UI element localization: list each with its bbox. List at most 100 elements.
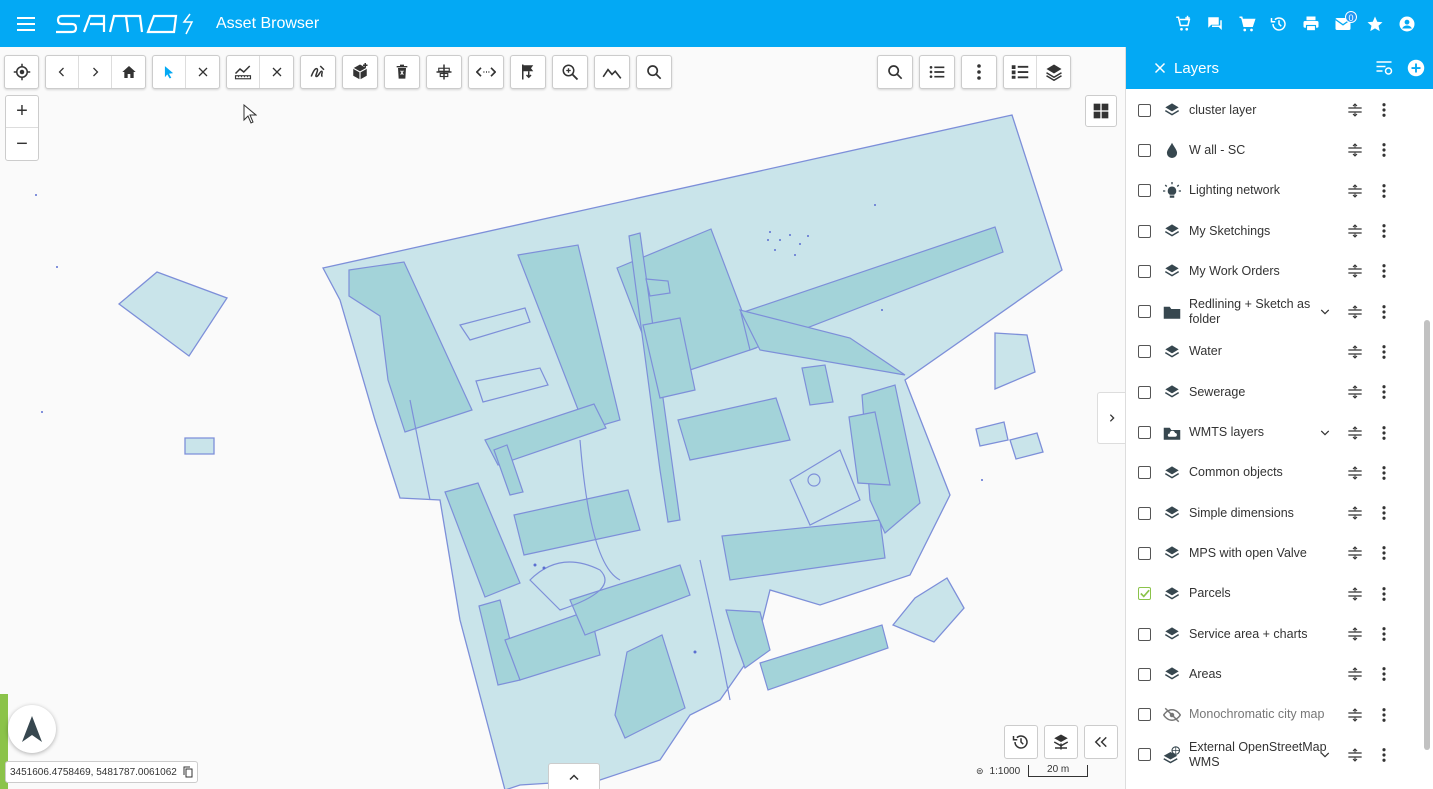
- zoom-out-button[interactable]: −: [6, 128, 38, 160]
- delete-icon[interactable]: [385, 56, 419, 88]
- zoom-in-button[interactable]: +: [6, 96, 38, 128]
- layer-checkbox[interactable]: [1138, 224, 1151, 238]
- opacity-handle-icon[interactable]: [1347, 546, 1363, 561]
- restore-history-icon[interactable]: [1004, 725, 1038, 759]
- expand-bottom-icon[interactable]: [548, 763, 600, 789]
- mail-icon[interactable]: 0: [1327, 8, 1359, 40]
- opacity-handle-icon[interactable]: [1347, 224, 1363, 238]
- layer-row[interactable]: Parcels: [1126, 574, 1422, 614]
- more-vert-icon[interactable]: [1382, 748, 1386, 762]
- more-vert-icon[interactable]: [1382, 183, 1386, 198]
- more-vert-icon[interactable]: [1382, 707, 1386, 722]
- more-vert-icon[interactable]: [962, 56, 996, 88]
- layer-row[interactable]: cluster layer: [1126, 90, 1422, 130]
- copy-icon[interactable]: [183, 766, 193, 778]
- zoom-to-icon[interactable]: [553, 56, 587, 88]
- select-pointer-icon[interactable]: [153, 56, 186, 88]
- profile-icon[interactable]: [595, 56, 629, 88]
- layer-checkbox[interactable]: [1138, 103, 1151, 117]
- opacity-handle-icon[interactable]: [1347, 183, 1363, 198]
- north-arrow-icon[interactable]: [8, 705, 56, 753]
- layer-filter-icon[interactable]: [1375, 60, 1393, 76]
- scrollbar[interactable]: [1424, 90, 1430, 789]
- more-vert-icon[interactable]: [1382, 103, 1386, 117]
- layer-checkbox[interactable]: [1138, 708, 1151, 722]
- layer-checkbox[interactable]: [1138, 506, 1151, 520]
- layer-row[interactable]: Areas: [1126, 654, 1422, 694]
- opacity-handle-icon[interactable]: [1347, 345, 1363, 359]
- more-vert-icon[interactable]: [1382, 304, 1386, 319]
- history-icon[interactable]: [1263, 8, 1295, 40]
- sketch-icon[interactable]: [301, 56, 335, 88]
- layer-checkbox[interactable]: [1138, 546, 1151, 560]
- more-vert-icon[interactable]: [1382, 506, 1386, 520]
- layer-row[interactable]: My Sketchings: [1126, 211, 1422, 251]
- layer-checkbox[interactable]: [1138, 466, 1151, 480]
- layer-checkbox[interactable]: [1138, 587, 1151, 601]
- map-canvas[interactable]: + − 3451606.4758469, 5481787.0061062 ⊜ 1…: [0, 47, 1125, 789]
- cart-icon[interactable]: [1231, 8, 1263, 40]
- star-icon[interactable]: [1359, 8, 1391, 40]
- expand-panel-icon[interactable]: [1097, 392, 1125, 444]
- layer-checkbox[interactable]: [1138, 385, 1151, 399]
- layer-checkbox[interactable]: [1138, 627, 1151, 641]
- more-vert-icon[interactable]: [1382, 385, 1386, 400]
- forward-icon[interactable]: [79, 56, 112, 88]
- opacity-handle-icon[interactable]: [1347, 103, 1363, 117]
- list-icon[interactable]: [920, 56, 954, 88]
- layer-row[interactable]: MPS with open Valve: [1126, 533, 1422, 573]
- more-vert-icon[interactable]: [1382, 425, 1386, 440]
- opacity-handle-icon[interactable]: [1347, 466, 1363, 480]
- more-vert-icon[interactable]: [1382, 465, 1386, 480]
- chevron-down-icon[interactable]: [1320, 746, 1330, 764]
- account-icon[interactable]: [1391, 8, 1423, 40]
- layer-checkbox[interactable]: [1138, 667, 1151, 681]
- chevron-down-icon[interactable]: [1320, 424, 1330, 442]
- opacity-handle-icon[interactable]: [1347, 707, 1363, 722]
- layer-checkbox[interactable]: [1138, 184, 1151, 198]
- measure-icon[interactable]: [227, 56, 260, 88]
- layer-row[interactable]: Service area + charts: [1126, 614, 1422, 654]
- back-icon[interactable]: [46, 56, 79, 88]
- opacity-handle-icon[interactable]: [1347, 143, 1363, 158]
- opacity-handle-icon[interactable]: [1347, 304, 1363, 319]
- split-icon[interactable]: [427, 56, 461, 88]
- menu-icon[interactable]: [0, 0, 52, 47]
- layer-checkbox[interactable]: [1138, 426, 1151, 440]
- opacity-handle-icon[interactable]: [1347, 264, 1363, 279]
- layer-checkbox[interactable]: [1138, 345, 1151, 359]
- layer-row[interactable]: WMTS layers: [1126, 412, 1422, 452]
- opacity-handle-icon[interactable]: [1347, 506, 1363, 520]
- clear-selection-icon[interactable]: [186, 56, 219, 88]
- layer-row[interactable]: Redlining + Sketch as folder: [1126, 291, 1422, 331]
- flag-download-icon[interactable]: [511, 56, 545, 88]
- grid-view-icon[interactable]: [1085, 95, 1117, 127]
- more-vert-icon[interactable]: [1382, 224, 1386, 238]
- opacity-handle-icon[interactable]: [1347, 627, 1363, 641]
- print-icon[interactable]: [1295, 8, 1327, 40]
- locate-icon[interactable]: [5, 56, 38, 88]
- layer-row[interactable]: My Work Orders: [1126, 251, 1422, 291]
- more-vert-icon[interactable]: [1382, 264, 1386, 279]
- more-vert-icon[interactable]: [1382, 667, 1386, 682]
- more-vert-icon[interactable]: [1382, 143, 1386, 158]
- cart-add-icon[interactable]: [1167, 8, 1199, 40]
- layer-row[interactable]: Monochromatic city map: [1126, 694, 1422, 734]
- chat-icon[interactable]: [1199, 8, 1231, 40]
- collapse-icon[interactable]: [1084, 725, 1118, 759]
- layer-row[interactable]: W all - SC: [1126, 130, 1422, 170]
- opacity-handle-icon[interactable]: [1347, 748, 1363, 762]
- layer-row[interactable]: Lighting network: [1126, 171, 1422, 211]
- more-vert-icon[interactable]: [1382, 627, 1386, 641]
- opacity-handle-icon[interactable]: [1347, 425, 1363, 440]
- more-vert-icon[interactable]: [1382, 546, 1386, 561]
- layers-icon[interactable]: [1037, 56, 1070, 88]
- more-vert-icon[interactable]: [1382, 345, 1386, 359]
- layer-row[interactable]: Sewerage: [1126, 372, 1422, 412]
- layer-row[interactable]: Simple dimensions: [1126, 493, 1422, 533]
- opacity-handle-icon[interactable]: [1347, 667, 1363, 682]
- layer-row[interactable]: Common objects: [1126, 453, 1422, 493]
- opacity-handle-icon[interactable]: [1347, 586, 1363, 601]
- layer-checkbox[interactable]: [1138, 748, 1151, 762]
- layer-checkbox[interactable]: [1138, 305, 1151, 319]
